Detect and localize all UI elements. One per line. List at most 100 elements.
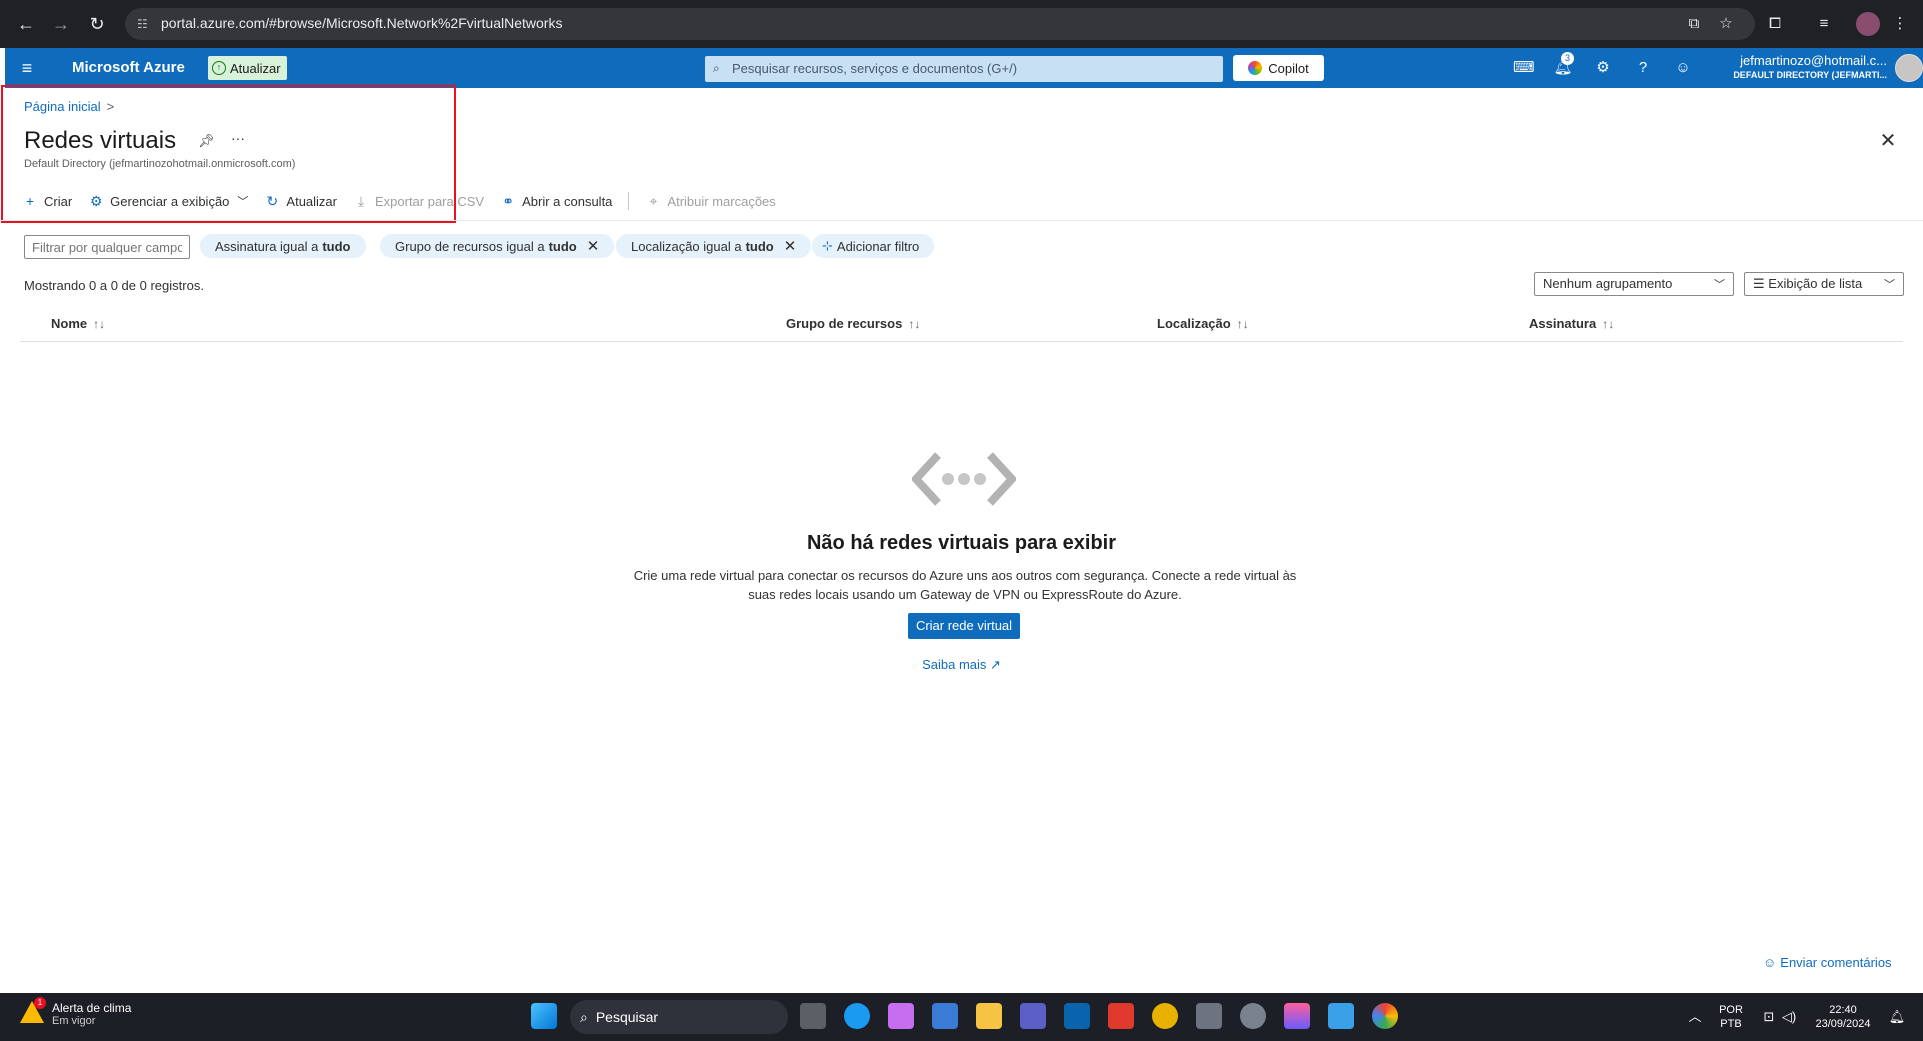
windows-start-icon[interactable]	[531, 1003, 557, 1029]
wps-office-icon[interactable]	[1108, 1003, 1134, 1029]
copilot-app-icon[interactable]	[888, 1003, 914, 1029]
paint-app-icon[interactable]	[1284, 1003, 1310, 1029]
file-explorer-icon[interactable]	[976, 1003, 1002, 1029]
feedback-person-icon[interactable]: ☺	[1673, 58, 1693, 78]
copilot-icon	[1248, 61, 1263, 75]
grouping-dropdown[interactable]: Nenhum agrupamento ﹀	[1534, 272, 1734, 296]
upgrade-button[interactable]: ↑ Atualizar	[208, 56, 287, 80]
column-header-subscription[interactable]: Assinatura ↑↓	[1529, 316, 1614, 331]
install-app-icon[interactable]: ⧉	[1682, 12, 1706, 36]
column-header-label: Nome	[51, 316, 88, 331]
table-header-divider	[20, 341, 1903, 342]
filter-input[interactable]	[24, 235, 190, 259]
notification-bell-icon[interactable]: 🔔︎	[1888, 1008, 1906, 1026]
clock-time: 22:40	[1829, 1004, 1857, 1016]
add-filter-button[interactable]: ⊹ Adicionar filtro	[812, 234, 935, 258]
filter-pill-label: Localização igual a	[631, 238, 742, 254]
column-header-resource-group[interactable]: Grupo de recursos ↑↓	[786, 316, 920, 331]
view-mode-dropdown[interactable]: ☰ Exibição de lista ﹀	[1744, 272, 1904, 296]
filter-pill-location[interactable]: Localização igual a tudo ✕	[616, 234, 812, 258]
column-header-name[interactable]: Nome ↑↓	[51, 316, 105, 331]
filter-pill-resource-group[interactable]: Grupo de recursos igual a tudo ✕	[380, 234, 615, 258]
create-virtual-network-button[interactable]: Criar rede virtual	[908, 613, 1020, 639]
weather-alert-badge: 1	[34, 997, 46, 1009]
task-view-icon[interactable]	[800, 1003, 826, 1029]
taskbar-search-label: Pesquisar	[595, 1009, 659, 1025]
taskbar-search[interactable]: ⌕ Pesquisar	[570, 1000, 788, 1034]
settings-gear-icon[interactable]: ⚙	[1593, 58, 1613, 78]
back-arrow-icon[interactable]: ←	[14, 12, 38, 36]
list-view-icon: ☰	[1753, 276, 1769, 291]
forward-arrow-icon[interactable]: →	[49, 12, 73, 36]
lang-line2: PTB	[1720, 1018, 1742, 1030]
upgrade-label: Atualizar	[230, 60, 281, 76]
calculator-icon[interactable]	[1196, 1003, 1222, 1029]
tag-icon: ⌖	[649, 193, 658, 209]
weather-title: Alerta de clima	[52, 1001, 132, 1015]
weather-widget[interactable]: 1 Alerta de clima Em vigor	[20, 997, 132, 1027]
copilot-label: Copilot	[1268, 60, 1309, 76]
account-email: jefmartinozo@hotmail.c...	[1740, 53, 1887, 68]
query-graph-icon: ⚭	[502, 193, 514, 209]
empty-state-description: Crie uma rede virtual para conectar os r…	[633, 568, 1297, 602]
sort-icon: ↑↓	[1602, 316, 1615, 331]
lang-line1: POR	[1719, 1004, 1743, 1016]
cloud-shell-icon[interactable]: ⌨	[1513, 58, 1535, 78]
network-icon[interactable]: ⊡	[1760, 1008, 1778, 1026]
notepad-icon[interactable]	[1328, 1003, 1354, 1029]
chrome-icon[interactable]	[1372, 1003, 1398, 1029]
chevron-down-icon: ﹀	[1714, 279, 1725, 291]
reload-icon[interactable]: ↻	[85, 12, 109, 36]
weather-alert-icon: 1	[20, 997, 46, 1025]
help-icon[interactable]: ?	[1633, 58, 1653, 78]
divider	[0, 220, 1923, 221]
account-directory: DEFAULT DIRECTORY (JEFMARTI...	[1733, 70, 1887, 80]
clock[interactable]: 22:40 23/09/2024	[1808, 1003, 1878, 1031]
column-header-label: Grupo de recursos	[786, 316, 903, 331]
sort-icon: ↑↓	[908, 316, 921, 331]
remove-filter-icon[interactable]: ✕	[587, 237, 600, 255]
close-blade-icon[interactable]: ✕	[1878, 131, 1898, 151]
extensions-icon[interactable]: ⧠	[1763, 12, 1787, 36]
portal-menu-icon[interactable]: ≡	[17, 58, 37, 78]
open-query-button[interactable]: ⚭ Abrir a consulta	[500, 193, 612, 209]
account-menu[interactable]: jefmartinozo@hotmail.c... DEFAULT DIRECT…	[1725, 53, 1887, 80]
azure-brand[interactable]: Microsoft Azure	[72, 59, 185, 76]
column-header-location[interactable]: Localização ↑↓	[1157, 316, 1249, 331]
outlook-icon[interactable]	[1064, 1003, 1090, 1029]
chevron-up-icon[interactable]: ︿	[1686, 1008, 1704, 1026]
browser-profile-avatar[interactable]	[1856, 12, 1880, 36]
filter-pill-value: tudo	[322, 238, 351, 254]
volume-icon[interactable]: ◁)	[1780, 1008, 1798, 1026]
microsoft-store-icon[interactable]	[932, 1003, 958, 1029]
learn-more-link[interactable]: Saiba mais ↗	[0, 657, 1923, 673]
learn-more-label: Saiba mais	[922, 657, 987, 672]
input-language[interactable]: POR PTB	[1716, 1003, 1746, 1031]
grouping-value: Nenhum agrupamento	[1543, 276, 1673, 291]
bookmark-star-icon[interactable]: ☆	[1714, 12, 1738, 36]
chrome-canary-icon[interactable]	[1152, 1003, 1178, 1029]
settings-app-icon[interactable]	[1240, 1003, 1266, 1029]
sort-icon: ↑↓	[93, 316, 106, 331]
teams-icon[interactable]	[1020, 1003, 1046, 1029]
browser-menu-icon[interactable]: ⋮	[1888, 12, 1912, 36]
media-control-icon[interactable]: ≡	[1812, 12, 1836, 36]
notification-count-badge: 3	[1561, 52, 1574, 65]
copilot-button[interactable]: Copilot	[1233, 55, 1324, 81]
windows-taskbar: 1 Alerta de clima Em vigor ⌕ Pesquisar ︿…	[0, 993, 1923, 1041]
global-search-input[interactable]: ⌕ Pesquisar recursos, serviços e documen…	[705, 56, 1223, 82]
virtual-network-icon	[912, 452, 1016, 506]
filter-pill-subscription[interactable]: Assinatura igual a tudo	[200, 234, 366, 258]
url-text: portal.azure.com/#browse/Microsoft.Netwo…	[161, 15, 563, 31]
add-filter-label: Adicionar filtro	[836, 238, 920, 254]
address-bar[interactable]: ☷ portal.azure.com/#browse/Microsoft.Net…	[125, 8, 1755, 40]
site-info-icon[interactable]: ☷	[137, 16, 153, 32]
account-avatar[interactable]	[1895, 54, 1923, 82]
sort-icon: ↑↓	[1236, 316, 1249, 331]
search-icon: ⌕	[713, 61, 720, 75]
send-feedback-link[interactable]: ☺ Enviar comentários	[1763, 955, 1892, 970]
clock-date: 23/09/2024	[1815, 1018, 1871, 1030]
remove-filter-icon[interactable]: ✕	[784, 237, 797, 255]
edge-browser-icon[interactable]	[844, 1003, 870, 1029]
assign-tags-button[interactable]: ⌖ Atribuir marcações	[645, 193, 775, 209]
